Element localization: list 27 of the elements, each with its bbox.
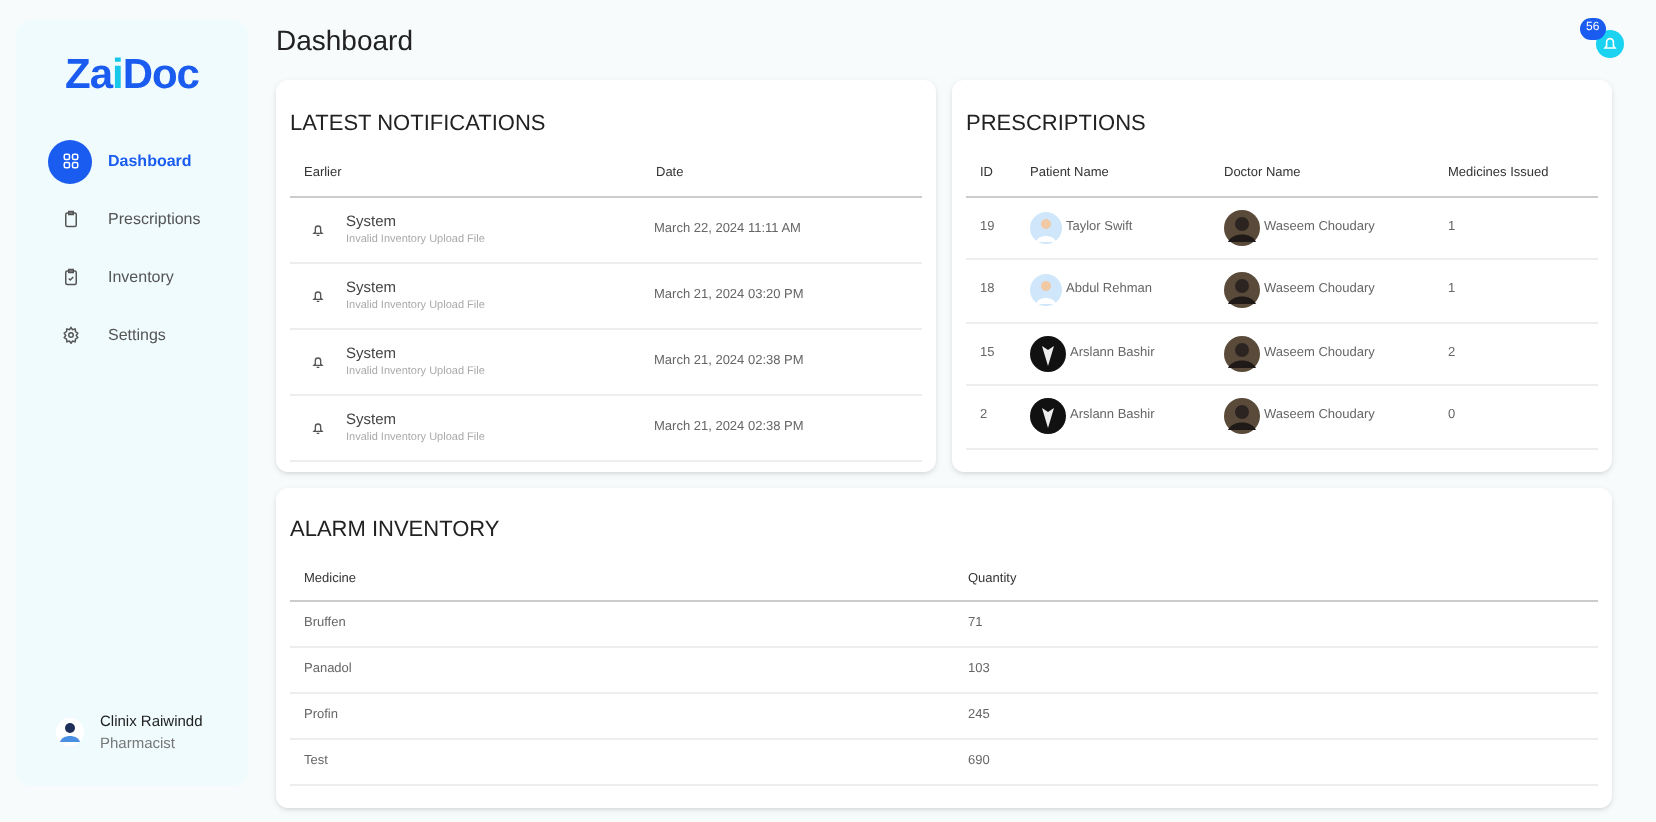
user-avatar [56,717,84,746]
clipboard-icon [61,210,79,228]
grid-icon [61,152,79,170]
bell-icon[interactable] [1596,30,1624,58]
nav-item[interactable]: Prescriptions [48,197,248,241]
card-title: ALARM INVENTORY [290,516,502,546]
avatar-icon [1224,335,1260,372]
card-title: LATEST NOTIFICATIONS [290,110,548,140]
bell-icon [310,221,326,237]
avatar-icon [1224,398,1260,435]
page-title: Dashboard [276,22,413,60]
logo: ZaiDoc [63,50,201,102]
avatar-icon [1030,274,1062,307]
clipboard-check-icon [61,268,79,286]
bell-icon [310,353,326,369]
avatar-icon [1030,398,1066,435]
avatar-icon [1030,335,1066,372]
bell-icon [310,287,326,303]
card-title: PRESCRIPTIONS [966,110,1148,140]
avatar-icon [1224,209,1260,246]
bell-icon [310,419,326,435]
nav-item[interactable]: Dashboard [48,139,248,183]
nav-item[interactable]: Inventory [48,255,248,299]
avatar-icon [1224,272,1260,309]
settings-icon [61,326,79,344]
nav-item[interactable]: Settings [48,313,248,357]
avatar-icon [1030,211,1062,244]
